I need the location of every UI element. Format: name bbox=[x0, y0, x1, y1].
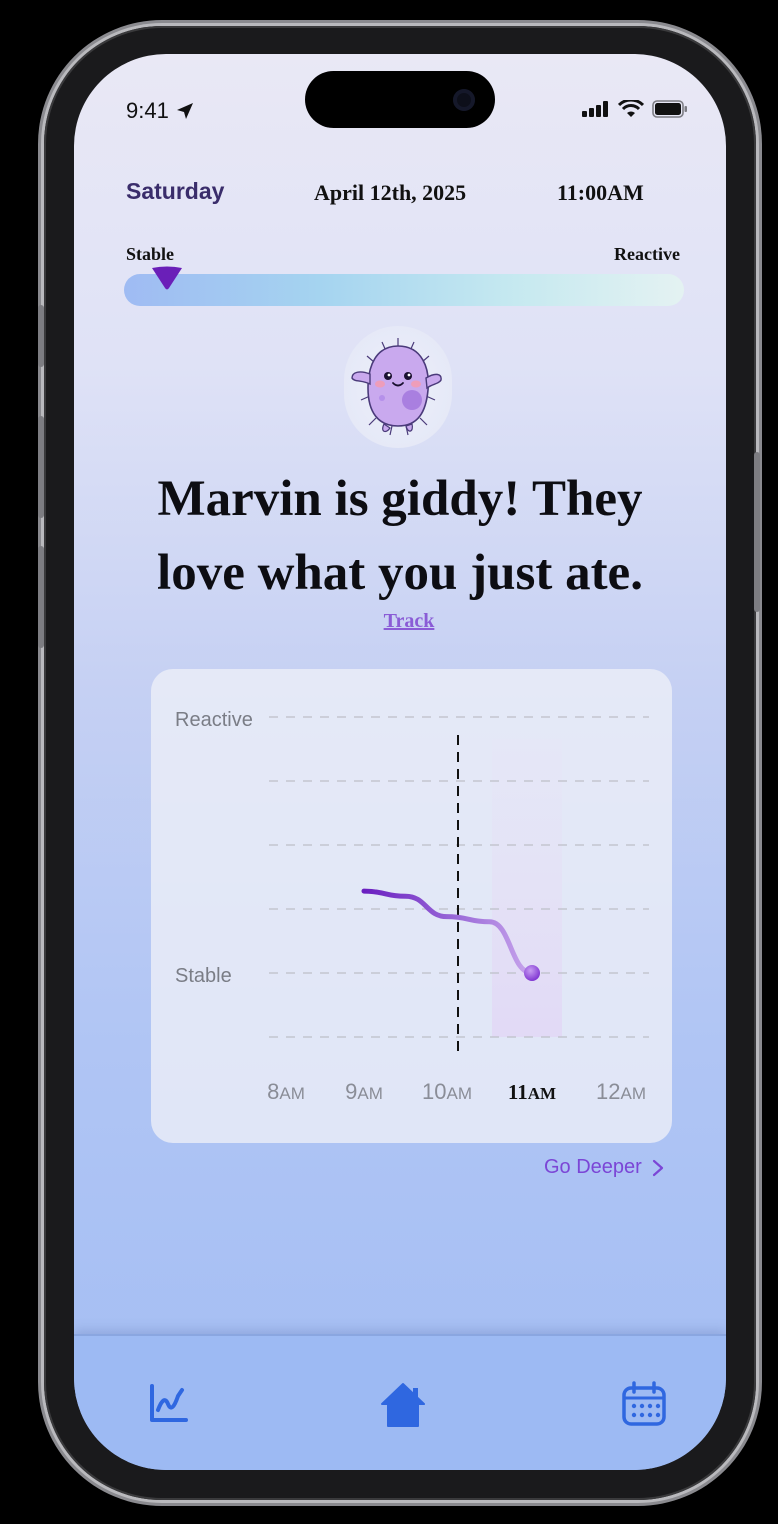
calendar-icon bbox=[622, 1381, 666, 1426]
status-indicators bbox=[582, 100, 688, 118]
time-label: 11:00AM bbox=[557, 180, 644, 205]
tab-bar bbox=[74, 1334, 726, 1470]
volume-down-button bbox=[38, 546, 44, 648]
home-indicator bbox=[329, 1451, 471, 1456]
x-tick-label: 9AM bbox=[345, 1079, 383, 1104]
go-deeper-link[interactable]: Go Deeper bbox=[544, 1156, 664, 1179]
track-link[interactable]: Track bbox=[374, 610, 444, 633]
tab-trends[interactable] bbox=[146, 1380, 192, 1426]
trend-chart-icon bbox=[150, 1384, 188, 1422]
location-arrow-icon bbox=[176, 103, 193, 119]
x-tick-label: 12AM bbox=[596, 1079, 646, 1104]
x-tick-label: 10AM bbox=[422, 1079, 472, 1104]
app-screen: 9:41 Saturday April 12th, 2025 11:00AM S… bbox=[74, 54, 726, 1470]
series-end-point bbox=[524, 965, 540, 981]
mascot-badge bbox=[344, 326, 452, 448]
headline-line-1: Marvin is giddy! They bbox=[157, 471, 643, 527]
microbe-mascot-icon bbox=[351, 338, 442, 436]
battery-icon bbox=[652, 100, 687, 118]
y-label-stable: Stable bbox=[175, 965, 232, 987]
go-deeper-label: Go Deeper bbox=[544, 1156, 642, 1178]
day-label: Saturday bbox=[126, 178, 225, 204]
home-icon bbox=[381, 1383, 425, 1427]
x-tick-label: 8AM bbox=[267, 1079, 305, 1104]
dynamic-island bbox=[305, 71, 495, 128]
signal-icon bbox=[582, 101, 608, 117]
tab-home[interactable] bbox=[378, 1380, 428, 1430]
mood-headline: Marvin is giddy! They love what you just… bbox=[104, 462, 696, 610]
chevron-right-icon bbox=[652, 1159, 663, 1176]
scale-marker-icon[interactable] bbox=[150, 266, 184, 292]
reactivity-scale-bar bbox=[124, 274, 684, 306]
camera-icon bbox=[453, 89, 475, 111]
scale-stable-label: Stable bbox=[126, 244, 175, 264]
status-time-text: 9:41 bbox=[126, 98, 169, 123]
chart-svg: Reactive Stable 8AM 9AM 10AM 11AM 12AM bbox=[175, 709, 649, 1104]
scale-reactive-label: Reactive bbox=[614, 244, 680, 264]
highlight-column bbox=[492, 739, 562, 1037]
x-tick-label: 11AM bbox=[508, 1080, 556, 1104]
volume-up-button bbox=[38, 416, 44, 518]
reactivity-chart: Reactive Stable 8AM 9AM 10AM 11AM 12AM bbox=[151, 669, 672, 1143]
wifi-icon bbox=[618, 100, 644, 117]
tab-calendar[interactable] bbox=[620, 1380, 668, 1428]
power-button bbox=[754, 452, 760, 612]
action-button bbox=[38, 305, 44, 367]
headline-line-2: love what you just ate. bbox=[157, 545, 643, 601]
y-label-reactive: Reactive bbox=[175, 709, 253, 731]
date-label: April 12th, 2025 bbox=[314, 180, 467, 205]
status-time: 9:41 bbox=[126, 98, 195, 124]
